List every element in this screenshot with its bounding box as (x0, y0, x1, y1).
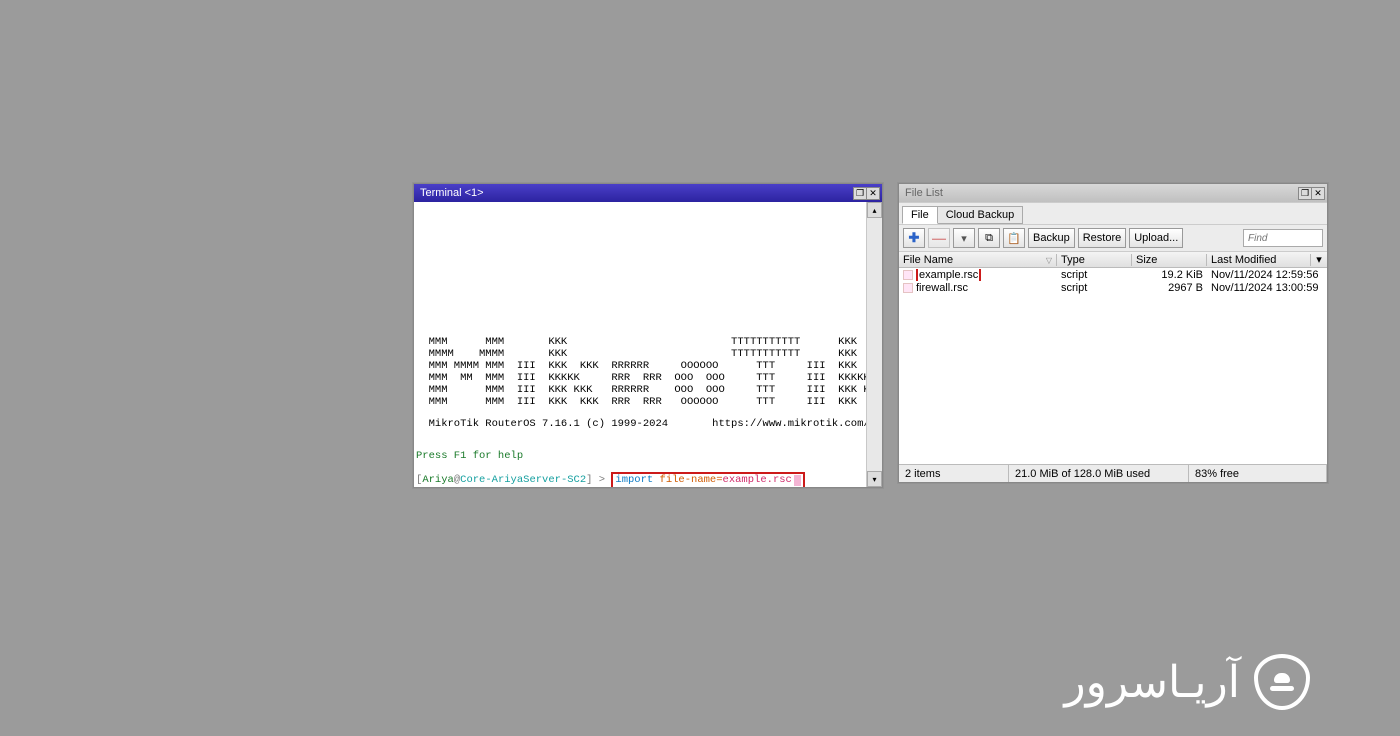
tab-file[interactable]: File (902, 206, 938, 224)
window-restore-button[interactable]: ❐ (1298, 187, 1312, 200)
table-row[interactable]: firewall.rsc script 2967 B Nov/11/2024 1… (899, 281, 1327, 294)
filename: firewall.rsc (916, 282, 968, 294)
file-size: 2967 B (1132, 282, 1207, 294)
file-modified: Nov/11/2024 12:59:56 (1207, 269, 1327, 281)
filter-button[interactable]: ▾ (953, 228, 975, 248)
filelist-window: File List ❐ ✕ File Cloud Backup ✚ — ▾ ⧉ … (898, 183, 1328, 483)
filelist-toolbar: ✚ — ▾ ⧉ 📋 Backup Restore Upload... (899, 224, 1327, 252)
window-restore-button[interactable]: ❐ (853, 187, 867, 200)
file-type: script (1057, 282, 1132, 294)
paste-icon: 📋 (1007, 232, 1021, 245)
filelist-titlebar[interactable]: File List ❐ ✕ (899, 184, 1327, 202)
file-icon (903, 270, 913, 280)
scroll-down-button[interactable]: ▾ (867, 471, 882, 487)
table-row[interactable]: example.rsc script 19.2 KiB Nov/11/2024 … (899, 268, 1327, 281)
cmd-arg: file-name= (660, 474, 723, 486)
col-filename[interactable]: File Name (899, 254, 1057, 266)
watermark: آریـاسرور (1064, 654, 1310, 710)
terminal-window: Terminal <1> ❐ ✕ MMM MMM KKK TTTTTTTTTTT… (413, 183, 883, 488)
terminal-content[interactable]: MMM MMM KKK TTTTTTTTTTT KKK MMMM MMMM KK… (414, 202, 866, 487)
logo-icon (1254, 654, 1310, 710)
copy-button[interactable]: ⧉ (978, 228, 1000, 248)
filelist-tabs: File Cloud Backup (899, 203, 1327, 224)
prompt-host: Core-AriyaServer-SC2 (460, 474, 586, 486)
status-free: 83% free (1189, 465, 1327, 482)
backup-button[interactable]: Backup (1028, 228, 1075, 248)
tab-cloud-backup[interactable]: Cloud Backup (937, 206, 1024, 224)
terminal-scrollbar[interactable]: ▴ ▾ (866, 202, 882, 487)
filename: example.rsc (916, 269, 981, 281)
paste-button[interactable]: 📋 (1003, 228, 1025, 248)
remove-button[interactable]: — (928, 228, 950, 248)
watermark-text: آریـاسرور (1064, 657, 1240, 708)
restore-button[interactable]: Restore (1078, 228, 1127, 248)
version-line: MikroTik RouterOS 7.16.1 (c) 1999-2024 h… (416, 418, 864, 430)
file-size: 19.2 KiB (1132, 269, 1207, 281)
cmd-keyword: import (615, 474, 653, 486)
terminal-title: Terminal <1> (420, 187, 853, 199)
file-type: script (1057, 269, 1132, 281)
statusbar: 2 items 21.0 MiB of 128.0 MiB used 83% f… (899, 464, 1327, 482)
copy-icon: ⧉ (985, 232, 993, 245)
prompt-line: [Ariya@Core-AriyaServer-SC2] > import fi… (416, 472, 864, 487)
terminal-titlebar[interactable]: Terminal <1> ❐ ✕ (414, 184, 882, 202)
command-highlight: import file-name=example.rsc (611, 472, 804, 487)
ascii-art: MMM MMM KKK TTTTTTTTTTT KKK MMMM MMMM KK… (416, 336, 864, 408)
window-close-button[interactable]: ✕ (1311, 187, 1325, 200)
upload-button[interactable]: Upload... (1129, 228, 1183, 248)
col-menu-button[interactable]: ▾ (1311, 253, 1327, 266)
file-modified: Nov/11/2024 13:00:59 (1207, 282, 1327, 294)
minus-icon: — (932, 230, 946, 246)
find-input[interactable] (1243, 229, 1323, 247)
col-modified[interactable]: Last Modified (1207, 254, 1311, 266)
prompt-user: Ariya (422, 474, 454, 486)
cursor-icon (794, 475, 801, 486)
cmd-value: example.rsc (723, 474, 792, 486)
scroll-up-button[interactable]: ▴ (867, 202, 882, 218)
filelist-title: File List (905, 187, 1298, 199)
window-close-button[interactable]: ✕ (866, 187, 880, 200)
col-size[interactable]: Size (1132, 254, 1207, 266)
file-icon (903, 283, 913, 293)
table-body: example.rsc script 19.2 KiB Nov/11/2024 … (899, 268, 1327, 464)
status-items: 2 items (899, 465, 1009, 482)
help-line: Press F1 for help (416, 450, 864, 462)
funnel-icon: ▾ (961, 232, 967, 245)
status-usage: 21.0 MiB of 128.0 MiB used (1009, 465, 1189, 482)
col-type[interactable]: Type (1057, 254, 1132, 266)
table-header: File Name Type Size Last Modified ▾ (899, 252, 1327, 268)
add-button[interactable]: ✚ (903, 228, 925, 248)
plus-icon: ✚ (909, 230, 920, 246)
